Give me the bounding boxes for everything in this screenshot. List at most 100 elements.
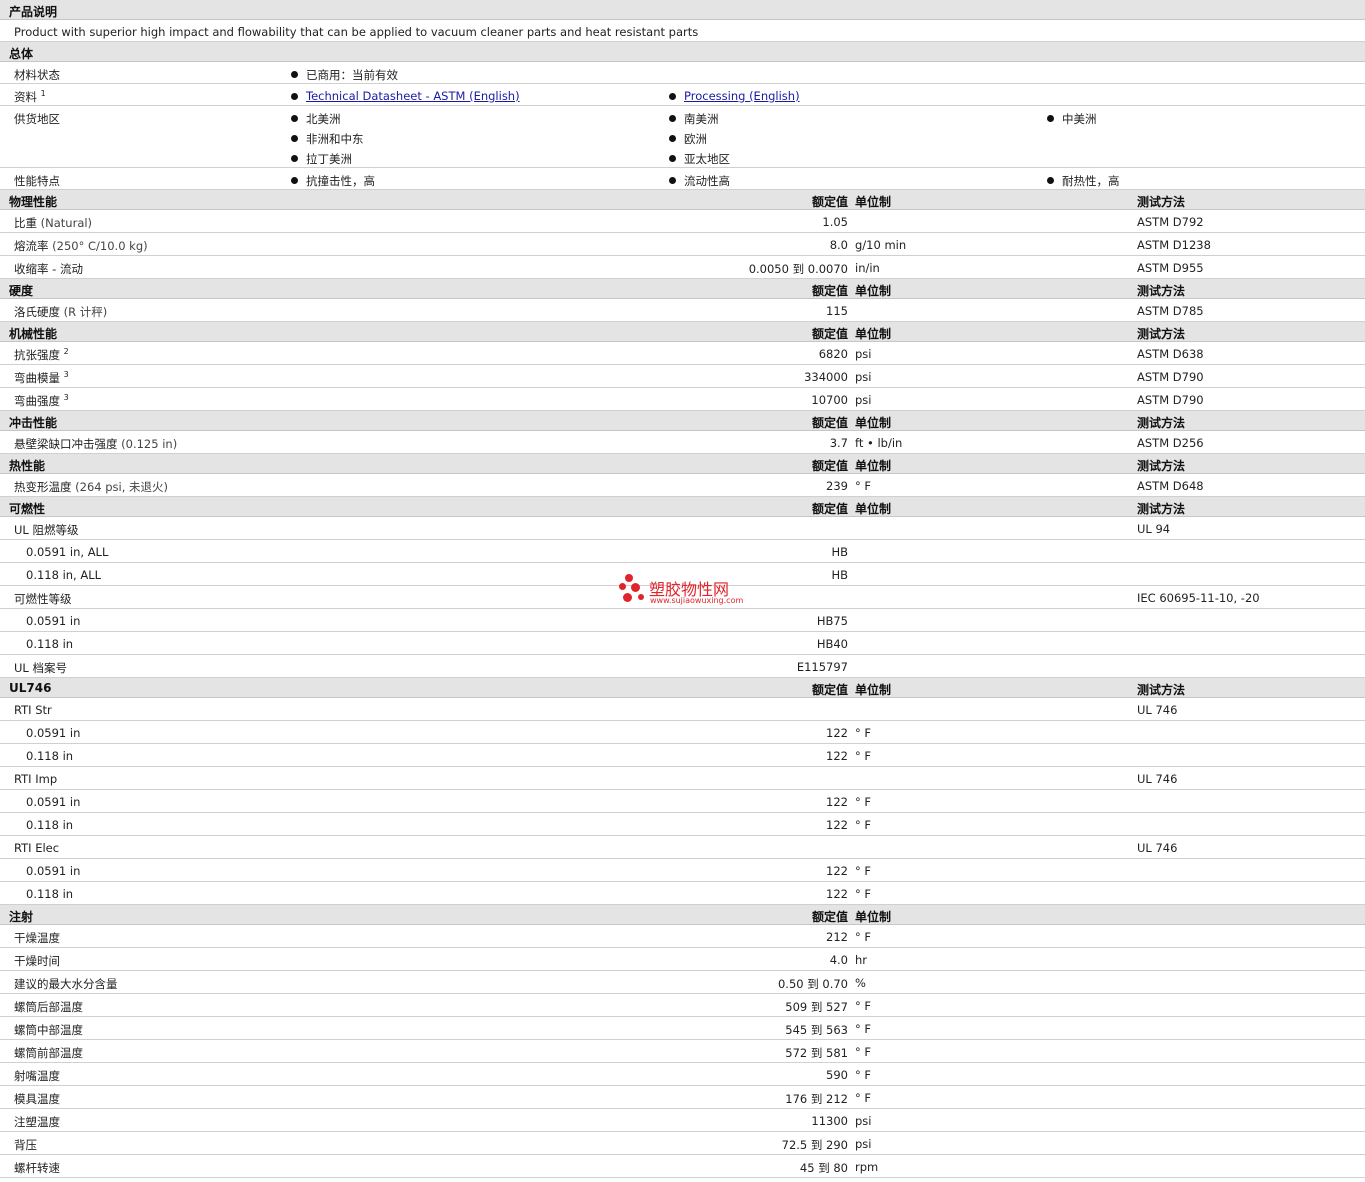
property-unit: ° F <box>855 999 872 1013</box>
property-label: 洛氏硬度 (R 计秤) <box>14 304 107 320</box>
general-bullet-item: 拉丁美洲 <box>291 151 352 167</box>
property-value: 122 <box>826 749 848 763</box>
property-label: RTI Str <box>14 703 52 717</box>
section-title: 冲击性能 <box>9 416 58 430</box>
property-row: UL 档案号 E115797 <box>0 655 1365 678</box>
section-header: 机械性能 额定值 单位制 测试方法 <box>0 322 1365 342</box>
property-name: RTI Str <box>14 703 52 717</box>
property-label: 建议的最大水分含量 <box>14 976 118 992</box>
general-item-text: 北美洲 <box>306 112 341 126</box>
property-label: 螺筒中部温度 <box>14 1022 83 1038</box>
property-unit: ° F <box>855 1022 872 1036</box>
property-unit: ° F <box>855 887 872 901</box>
bullet-icon <box>291 177 298 184</box>
section-title: 可燃性 <box>9 502 46 516</box>
property-value: 72.5 到 290 <box>781 1138 848 1152</box>
section-title: 机械性能 <box>9 327 58 341</box>
product-description: Product with superior high impact and fl… <box>14 25 699 39</box>
test-method: UL 746 <box>1137 841 1178 855</box>
property-unit: psi <box>855 393 872 407</box>
property-value: 3.7 <box>829 436 848 450</box>
section-title: 注射 <box>9 910 34 924</box>
property-label: 螺筒后部温度 <box>14 999 83 1015</box>
test-method: ASTM D790 <box>1137 393 1204 407</box>
property-value: 115 <box>826 304 848 318</box>
general-bullet-item: 流动性高 <box>669 173 730 189</box>
general-row: 供货地区 北美洲 南美洲 中美洲 非洲和中东 欧洲 拉丁美洲 亚太地区 <box>0 106 1365 168</box>
column-header-unit: 单位制 <box>855 416 892 430</box>
section-header: 热性能 额定值 单位制 测试方法 <box>0 454 1365 474</box>
property-unit: ° F <box>855 930 872 944</box>
bullet-icon <box>669 135 676 142</box>
general-bullet-item: 欧洲 <box>669 131 707 147</box>
general-bullet-item: 亚太地区 <box>669 151 730 167</box>
property-row: 0.0591 in 122 ° F <box>0 721 1365 744</box>
property-row: RTI Imp UL 746 <box>0 767 1365 790</box>
general-row-label: 供货地区 <box>14 111 60 127</box>
property-value: 212 <box>826 930 848 944</box>
property-condition: (250° C/10.0 kg) <box>52 239 148 253</box>
bullet-icon <box>291 71 298 78</box>
property-value: 8.0 <box>829 238 848 252</box>
property-label: 0.0591 in <box>26 864 80 878</box>
property-label: 射嘴温度 <box>14 1068 60 1084</box>
property-name: 收缩率 - 流动 <box>14 262 83 276</box>
property-name: 比重 <box>14 216 37 230</box>
property-condition: (0.125 in) <box>121 437 178 451</box>
general-row: 材料状态 已商用：当前有效 <box>0 62 1365 84</box>
general-label-text: 供货地区 <box>14 112 60 126</box>
section-header-general: 总体 <box>0 42 1365 62</box>
general-item-text: 抗撞击性，高 <box>306 174 375 188</box>
property-label: 热变形温度 (264 psi, 未退火) <box>14 479 168 495</box>
property-row: 建议的最大水分含量 0.50 到 0.70% <box>0 971 1365 994</box>
property-unit: ° F <box>855 864 872 878</box>
section-header-description: 产品说明 <box>0 0 1365 20</box>
property-label: 0.118 in <box>26 818 73 832</box>
document-link[interactable]: Processing (English) <box>684 89 800 103</box>
test-method: ASTM D638 <box>1137 347 1204 361</box>
property-unit: in/in <box>855 261 880 275</box>
bullet-icon <box>291 115 298 122</box>
column-header-value: 额定值 <box>811 327 848 341</box>
column-header-method: 测试方法 <box>1137 416 1186 430</box>
property-name: 0.118 in <box>26 637 74 651</box>
general-bullet-item: 中美洲 <box>1047 111 1097 127</box>
property-row: 弯曲模量 3 334000 psi ASTM D790 <box>0 365 1365 388</box>
property-row: 模具温度 176 到 212 ° F <box>0 1086 1365 1109</box>
property-name: 0.0591 in <box>26 795 81 809</box>
test-method: UL 94 <box>1137 522 1171 536</box>
column-header-method: 测试方法 <box>1137 502 1186 516</box>
bullet-icon <box>669 155 676 162</box>
bullet-icon <box>669 177 676 184</box>
property-unit: rpm <box>855 1160 879 1174</box>
column-header-unit: 单位制 <box>855 502 892 516</box>
property-label: 干燥温度 <box>14 930 60 946</box>
property-row: 0.0591 in 122 ° F <box>0 790 1365 813</box>
property-row: 0.118 in 122 ° F <box>0 744 1365 767</box>
column-header-method: 测试方法 <box>1137 195 1186 209</box>
property-row: 0.0591 in HB75 <box>0 609 1365 632</box>
general-row-label: 性能特点 <box>14 173 60 189</box>
property-name: 热变形温度 <box>14 480 72 494</box>
property-unit: psi <box>855 1114 872 1128</box>
property-row: 干燥温度 212 ° F <box>0 925 1365 948</box>
column-header-unit: 单位制 <box>855 459 892 473</box>
property-name: 0.0591 in <box>26 726 81 740</box>
property-value: HB <box>831 545 848 559</box>
property-unit: ° F <box>855 818 872 832</box>
property-name: 0.0591 in, ALL <box>26 545 109 559</box>
property-label: 干燥时间 <box>14 953 60 969</box>
property-unit: psi <box>855 1137 872 1151</box>
property-row: 收缩率 - 流动 0.0050 到 0.0070 in/in ASTM D955 <box>0 256 1365 279</box>
general-bullet-item: 已商用：当前有效 <box>291 67 398 83</box>
property-label: 收缩率 - 流动 <box>14 261 83 277</box>
property-name: 可燃性等级 <box>14 592 72 606</box>
property-unit: ° F <box>855 1068 872 1082</box>
test-method: ASTM D955 <box>1137 261 1204 275</box>
property-label: 弯曲模量 3 <box>14 370 69 386</box>
property-row: RTI Str UL 746 <box>0 698 1365 721</box>
section-header: 冲击性能 额定值 单位制 测试方法 <box>0 411 1365 431</box>
document-link[interactable]: Technical Datasheet - ASTM (English) <box>306 89 520 103</box>
bullet-icon <box>291 93 298 100</box>
property-label: 背压 <box>14 1137 37 1153</box>
